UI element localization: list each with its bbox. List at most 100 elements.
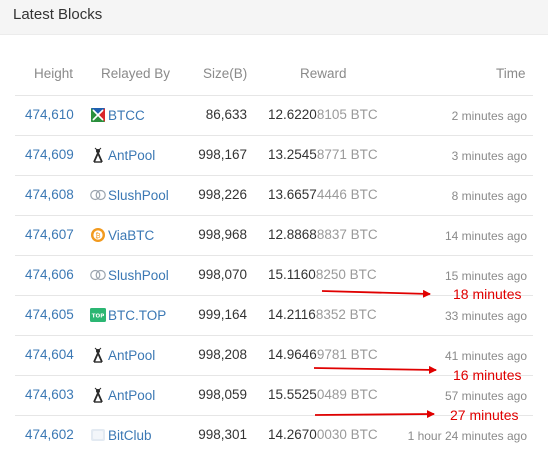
reward-unit: BTC <box>349 267 377 282</box>
block-size: 86,633 <box>205 107 247 122</box>
block-time: 3 minutes ago <box>451 149 527 163</box>
block-size: 998,208 <box>198 347 247 362</box>
reward-main-digits: 12.6220 <box>268 107 317 122</box>
block-time: 15 minutes ago <box>444 269 527 283</box>
reward-dim-digits: 8771 <box>316 147 347 162</box>
block-size: 998,226 <box>198 187 247 202</box>
relayed-by-label: AntPool <box>108 148 156 163</box>
reward-unit: BTC <box>350 347 378 362</box>
reward-main-digits: 14.9646 <box>268 347 317 362</box>
reward-dim-digits: 8352 <box>315 307 346 322</box>
reward-unit: BTC <box>349 307 377 322</box>
block-size: 998,968 <box>198 227 247 242</box>
panel-title: Latest Blocks <box>13 6 103 23</box>
relayed-by-link[interactable]: BTCC <box>90 107 145 124</box>
table-row: 474,610 BTCC 86,633 12.62208105 BTC 2 minute… <box>15 95 533 135</box>
table-row: 474,607 ₿ ViaBTC 998,968 12.88688837 BTC 14 m… <box>15 215 533 255</box>
relayed-by-label: AntPool <box>108 348 156 363</box>
block-height-link[interactable]: 474,602 <box>25 427 74 443</box>
reward-main-digits: 13.6657 <box>268 187 317 202</box>
relayed-by-label: ViaBTC <box>108 228 155 243</box>
block-size: 998,167 <box>198 147 247 162</box>
relayed-by-label: BTCC <box>108 108 145 123</box>
annotation-label: 27 minutes <box>450 407 519 423</box>
relayed-by-link[interactable]: TOP BTC.TOP <box>90 307 166 324</box>
viabtc-logo-icon: ₿ <box>90 227 106 243</box>
relayed-by-label: SlushPool <box>108 188 169 203</box>
reward-main-digits: 14.2670 <box>268 427 317 442</box>
block-reward: 15.55250489 BTC <box>268 387 378 403</box>
reward-unit: BTC <box>350 107 378 122</box>
antpool-logo-icon <box>90 347 106 363</box>
reward-unit: BTC <box>350 427 378 442</box>
block-size: 998,070 <box>198 267 247 282</box>
block-height-link[interactable]: 474,610 <box>25 107 74 123</box>
reward-dim-digits: 8105 <box>316 107 347 122</box>
relayed-by-link[interactable]: ₿ ViaBTC <box>90 227 154 244</box>
reward-dim-digits: 8837 <box>316 227 347 242</box>
block-height-link[interactable]: 474,603 <box>25 387 74 403</box>
reward-dim-digits: 0489 <box>316 387 347 402</box>
block-time: 33 minutes ago <box>444 309 527 323</box>
svg-text:TOP: TOP <box>92 314 104 320</box>
block-time: 1 hour 24 minutes ago <box>407 429 527 443</box>
antpool-logo-icon <box>90 387 106 403</box>
relayed-by-label: BTC.TOP <box>108 308 167 323</box>
slushpool-logo-icon <box>90 187 106 203</box>
block-height-link[interactable]: 474,605 <box>25 307 74 323</box>
block-reward: 12.62208105 BTC <box>268 107 378 123</box>
reward-unit: BTC <box>350 387 378 402</box>
slushpool-logo-icon <box>90 267 106 283</box>
relayed-by-label: SlushPool <box>108 268 169 283</box>
block-size: 999,164 <box>198 307 247 322</box>
panel-header: Latest Blocks <box>0 0 548 35</box>
block-time: 8 minutes ago <box>451 189 527 203</box>
relayed-by-label: BitClub <box>108 428 152 443</box>
block-size: 998,301 <box>198 427 247 442</box>
table-row: 474,609 AntPool 998,167 13.25458771 BTC 3 mi… <box>15 135 533 175</box>
block-time: 57 minutes ago <box>444 389 527 403</box>
block-height-link[interactable]: 474,606 <box>25 267 74 283</box>
block-time: 14 minutes ago <box>444 229 527 243</box>
reward-main-digits: 14.2116 <box>268 307 316 322</box>
column-header-relayed-by: Relayed By <box>101 66 171 81</box>
btctop-logo-icon: TOP <box>90 307 106 323</box>
block-height-link[interactable]: 474,609 <box>25 147 74 163</box>
reward-unit: BTC <box>350 147 378 162</box>
block-size: 998,059 <box>198 387 247 402</box>
reward-main-digits: 13.2545 <box>268 147 317 162</box>
reward-dim-digits: 0030 <box>316 427 347 442</box>
relayed-by-link[interactable]: SlushPool <box>90 187 169 204</box>
column-header-reward: Reward <box>300 66 347 81</box>
antpool-logo-icon <box>90 147 106 163</box>
relayed-by-link[interactable]: BitClub <box>90 427 152 444</box>
block-reward: 12.88688837 BTC <box>268 227 378 243</box>
block-height-link[interactable]: 474,604 <box>25 347 74 363</box>
block-reward: 14.96469781 BTC <box>268 347 378 363</box>
relayed-by-link[interactable]: AntPool <box>90 147 155 164</box>
column-header-time: Time <box>496 66 526 81</box>
block-reward: 13.25458771 BTC <box>268 147 378 163</box>
relayed-by-link[interactable]: AntPool <box>90 387 155 404</box>
reward-main-digits: 15.5525 <box>268 387 317 402</box>
bitclub-logo-icon <box>90 427 106 443</box>
reward-dim-digits: 4446 <box>316 187 347 202</box>
relayed-by-link[interactable]: SlushPool <box>90 267 169 284</box>
table-row: 474,608 SlushPool 998,226 13.66574446 BTC 8 … <box>15 175 533 215</box>
block-reward: 14.21168352 BTC <box>268 307 377 323</box>
btcc-logo-icon <box>90 107 106 123</box>
block-reward: 13.66574446 BTC <box>268 187 378 203</box>
block-time: 41 minutes ago <box>444 349 527 363</box>
reward-unit: BTC <box>350 227 378 242</box>
reward-main-digits: 15.1160 <box>268 267 316 282</box>
block-height-link[interactable]: 474,608 <box>25 187 74 203</box>
annotation-label: 18 minutes <box>453 286 522 302</box>
relayed-by-link[interactable]: AntPool <box>90 347 155 364</box>
block-height-link[interactable]: 474,607 <box>25 227 74 243</box>
annotation-label: 16 minutes <box>453 367 522 383</box>
reward-dim-digits: 8250 <box>315 267 346 282</box>
svg-text:₿: ₿ <box>95 232 100 240</box>
block-reward: 14.26700030 BTC <box>268 427 378 443</box>
relayed-by-label: AntPool <box>108 388 156 403</box>
reward-unit: BTC <box>350 187 378 202</box>
